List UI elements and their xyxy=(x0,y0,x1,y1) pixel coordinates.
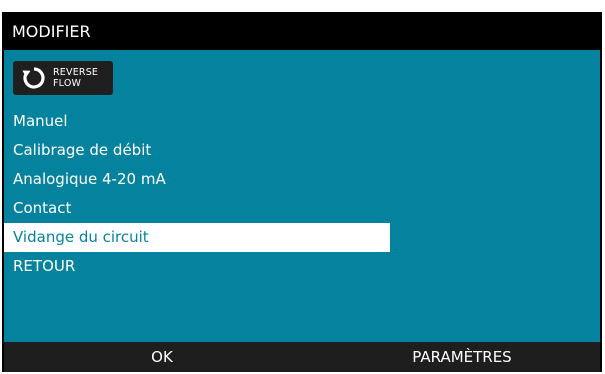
menu-item-calibrage-debit[interactable]: Calibrage de débit xyxy=(4,136,600,165)
softkey-bar: OK PARAMÈTRES xyxy=(4,342,600,372)
reverse-flow-icon xyxy=(21,65,47,91)
menu-item-analogique[interactable]: Analogique 4-20 mA xyxy=(4,165,600,194)
menu-item-vidange-circuit[interactable]: Vidange du circuit xyxy=(4,223,390,252)
device-screen: MODIFIER REVERSE FLOW Manuel Calibrage d… xyxy=(2,12,602,372)
menu-list: Manuel Calibrage de débit Analogique 4-2… xyxy=(4,107,600,281)
page-title: MODIFIER xyxy=(4,14,600,50)
reverse-flow-label: REVERSE FLOW xyxy=(53,67,98,89)
main-panel: REVERSE FLOW Manuel Calibrage de débit A… xyxy=(4,50,600,342)
reverse-flow-line1: REVERSE xyxy=(53,67,99,78)
menu-item-retour[interactable]: RETOUR xyxy=(4,252,600,281)
menu-item-manuel[interactable]: Manuel xyxy=(4,107,600,136)
menu-item-contact[interactable]: Contact xyxy=(4,194,600,223)
ok-softkey[interactable]: OK xyxy=(64,342,260,372)
parametres-softkey[interactable]: PARAMÈTRES xyxy=(364,342,560,372)
reverse-flow-line2: FLOW xyxy=(53,78,82,89)
reverse-flow-badge: REVERSE FLOW xyxy=(13,61,113,95)
